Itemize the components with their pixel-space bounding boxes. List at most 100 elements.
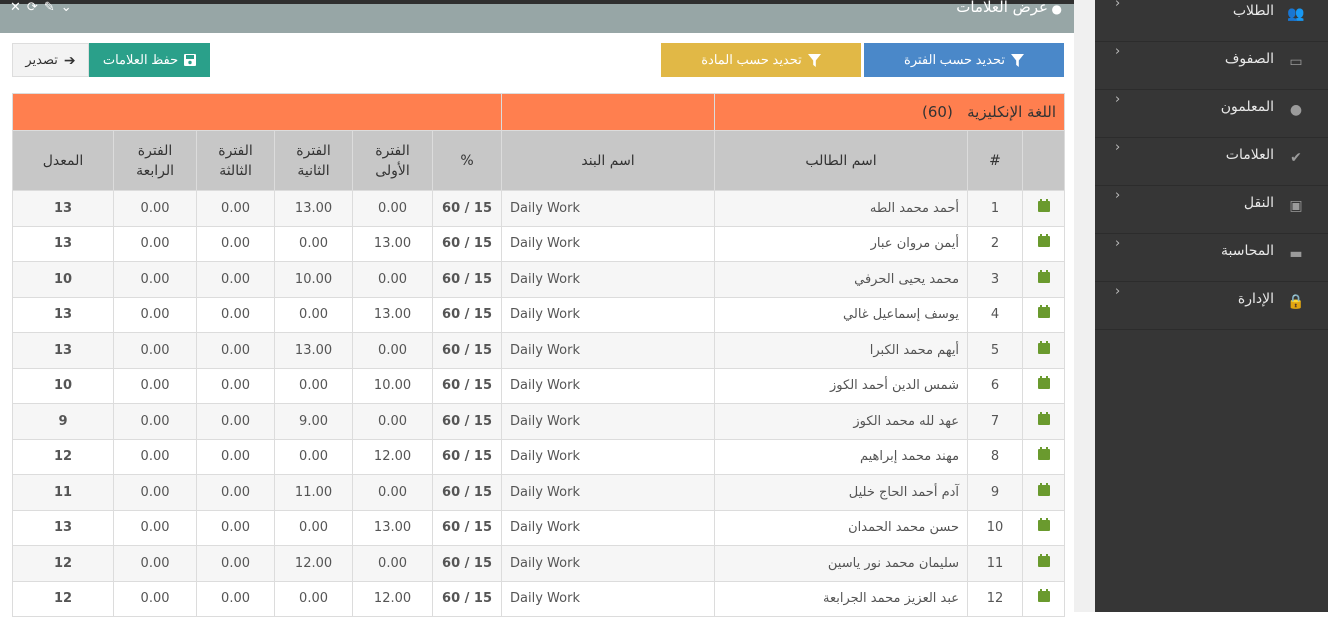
period-4-value: 0.00 [113,438,198,475]
calendar-icon[interactable] [1037,269,1050,283]
row-number: 5 [967,332,1024,369]
period-3-value: 0.00 [196,261,276,298]
calendar-icon-cell[interactable] [1022,545,1066,582]
period-1-value: 0.00 [352,545,434,582]
period-4-value: 0.00 [113,296,198,333]
sidebar-item-1[interactable]: › ▭ الصفوف [1095,42,1328,90]
chevron-right-icon: › [1115,92,1121,107]
calendar-icon-cell[interactable] [1022,296,1066,333]
period-1-value: 13.00 [352,225,434,262]
table-row: 5 أيهم محمد الكبرا Daily Work 60 / 15 0.00 13… [11,332,1066,369]
chevron-right-icon: › [1115,0,1121,11]
calendar-icon[interactable] [1037,482,1050,496]
period-2-value: 0.00 [274,225,354,262]
subject-name: اللغة الإنكليزية [967,103,1057,121]
table-row: 7 عهد لله محمد الكوز Daily Work 60 / 15 0.00… [11,403,1066,440]
calendar-icon[interactable] [1037,553,1050,567]
period-2-value: 0.00 [274,296,354,333]
chevron-right-icon: › [1115,188,1121,203]
average-value: 13 [11,332,115,369]
sidebar-item-5[interactable]: › ▬ المحاسبة [1095,234,1328,282]
calendar-icon-cell[interactable] [1022,332,1066,369]
save-marks-button[interactable]: حفظ العلامات [89,43,210,77]
period-3-value: 0.00 [196,296,276,333]
calendar-icon-cell[interactable] [1022,261,1066,298]
calendar-icon[interactable] [1037,447,1050,461]
table-row: 11 سليمان محمد نور ياسين Daily Work 60 / 15… [11,545,1066,582]
filter-by-period-button[interactable]: تحديد حسب الفترة [864,43,1064,77]
sidebar-item-label: المعلمون [1220,99,1274,115]
check-circle-icon: ✔ [1290,150,1302,166]
calendar-icon[interactable] [1037,234,1050,248]
calendar-icon-cell[interactable] [1022,509,1066,546]
close-icon[interactable]: ✕ [10,0,27,15]
calendar-icon-cell[interactable] [1022,438,1066,475]
header-item-name: اسم البند [501,130,716,191]
subject-spacer [11,93,503,131]
calendar-icon[interactable] [1037,411,1050,425]
wrench-icon[interactable]: ✎ [44,0,61,15]
calendar-icon[interactable] [1037,518,1050,532]
calendar-icon[interactable] [1037,340,1050,354]
item-name: Daily Work [501,296,716,333]
table-row: 4 يوسف إسماعيل غالي Daily Work 60 / 15 13.00… [11,296,1066,333]
header-average: المعدل [11,130,115,191]
sidebar-item-4[interactable]: › ▣ النقل [1095,186,1328,234]
calendar-icon[interactable] [1037,198,1050,212]
sidebar-item-6[interactable]: › 🔒 الإدارة [1095,282,1328,330]
period-2-value: 13.00 [274,332,354,369]
average-value: 10 [11,367,115,404]
calendar-icon[interactable] [1037,376,1050,390]
bus-icon: ▣ [1289,198,1303,214]
sidebar-item-label: الطلاب [1232,3,1274,19]
subject-cell: اللغة الإنكليزية (60) [714,93,1066,131]
percent-value: 60 / 15 [432,474,503,511]
sidebar-item-0[interactable]: › 👥 الطلاب [1095,0,1328,42]
sidebar-item-label: العلامات [1225,147,1274,163]
sidebar-item-label: الصفوف [1224,51,1274,67]
student-name: سليمان محمد نور ياسين [714,545,969,582]
average-value: 12 [11,580,115,617]
panel-title: عرض العلامات [956,0,1048,16]
sidebar-item-2[interactable]: › ● المعلمون [1095,90,1328,138]
calendar-icon[interactable] [1037,589,1050,603]
period-1-value: 13.00 [352,296,434,333]
calendar-icon[interactable] [1037,305,1050,319]
average-value: 13 [11,509,115,546]
period-2-value: 10.00 [274,261,354,298]
export-button[interactable]: تصدير ➔ [12,43,89,77]
row-number: 9 [967,474,1024,511]
calendar-icon-cell[interactable] [1022,580,1066,617]
sidebar-item-3[interactable]: › ✔ العلامات [1095,138,1328,186]
period-2-value: 9.00 [274,403,354,440]
average-value: 10 [11,261,115,298]
student-name: عبد العزيز محمد الجرابعة [714,580,969,617]
period-4-value: 0.00 [113,190,198,227]
item-name: Daily Work [501,403,716,440]
item-name: Daily Work [501,545,716,582]
header-period-4: الفترة الرابعة [113,130,198,191]
table-row: 1 أحمد محمد الطه Daily Work 60 / 15 0.00 13.0… [11,190,1066,227]
chevron-down-icon[interactable]: ⌄ [61,0,78,15]
lock-icon: 🔒 [1287,294,1305,310]
filter-by-subject-button[interactable]: تحديد حسب المادة [661,43,861,77]
table-row: 2 أيمن مروان عبار Daily Work 60 / 15 13.00 0.… [11,225,1066,262]
period-1-value: 12.00 [352,438,434,475]
chevron-right-icon: › [1115,236,1121,251]
header-period-1-line1: الفترة [375,142,410,159]
student-name: شمس الدين أحمد الكوز [714,367,969,404]
calendar-icon-cell[interactable] [1022,225,1066,262]
header-period-1: الفترة الأولى [352,130,434,191]
chevron-right-icon: › [1115,140,1121,155]
row-number: 10 [967,509,1024,546]
calendar-icon-cell[interactable] [1022,190,1066,227]
period-4-value: 0.00 [113,261,198,298]
period-1-value: 0.00 [352,261,434,298]
period-3-value: 0.00 [196,190,276,227]
calendar-icon-cell[interactable] [1022,367,1066,404]
refresh-icon[interactable]: ⟳ [27,0,44,15]
row-number: 11 [967,545,1024,582]
calendar-icon-cell[interactable] [1022,474,1066,511]
average-value: 11 [11,474,115,511]
calendar-icon-cell[interactable] [1022,403,1066,440]
